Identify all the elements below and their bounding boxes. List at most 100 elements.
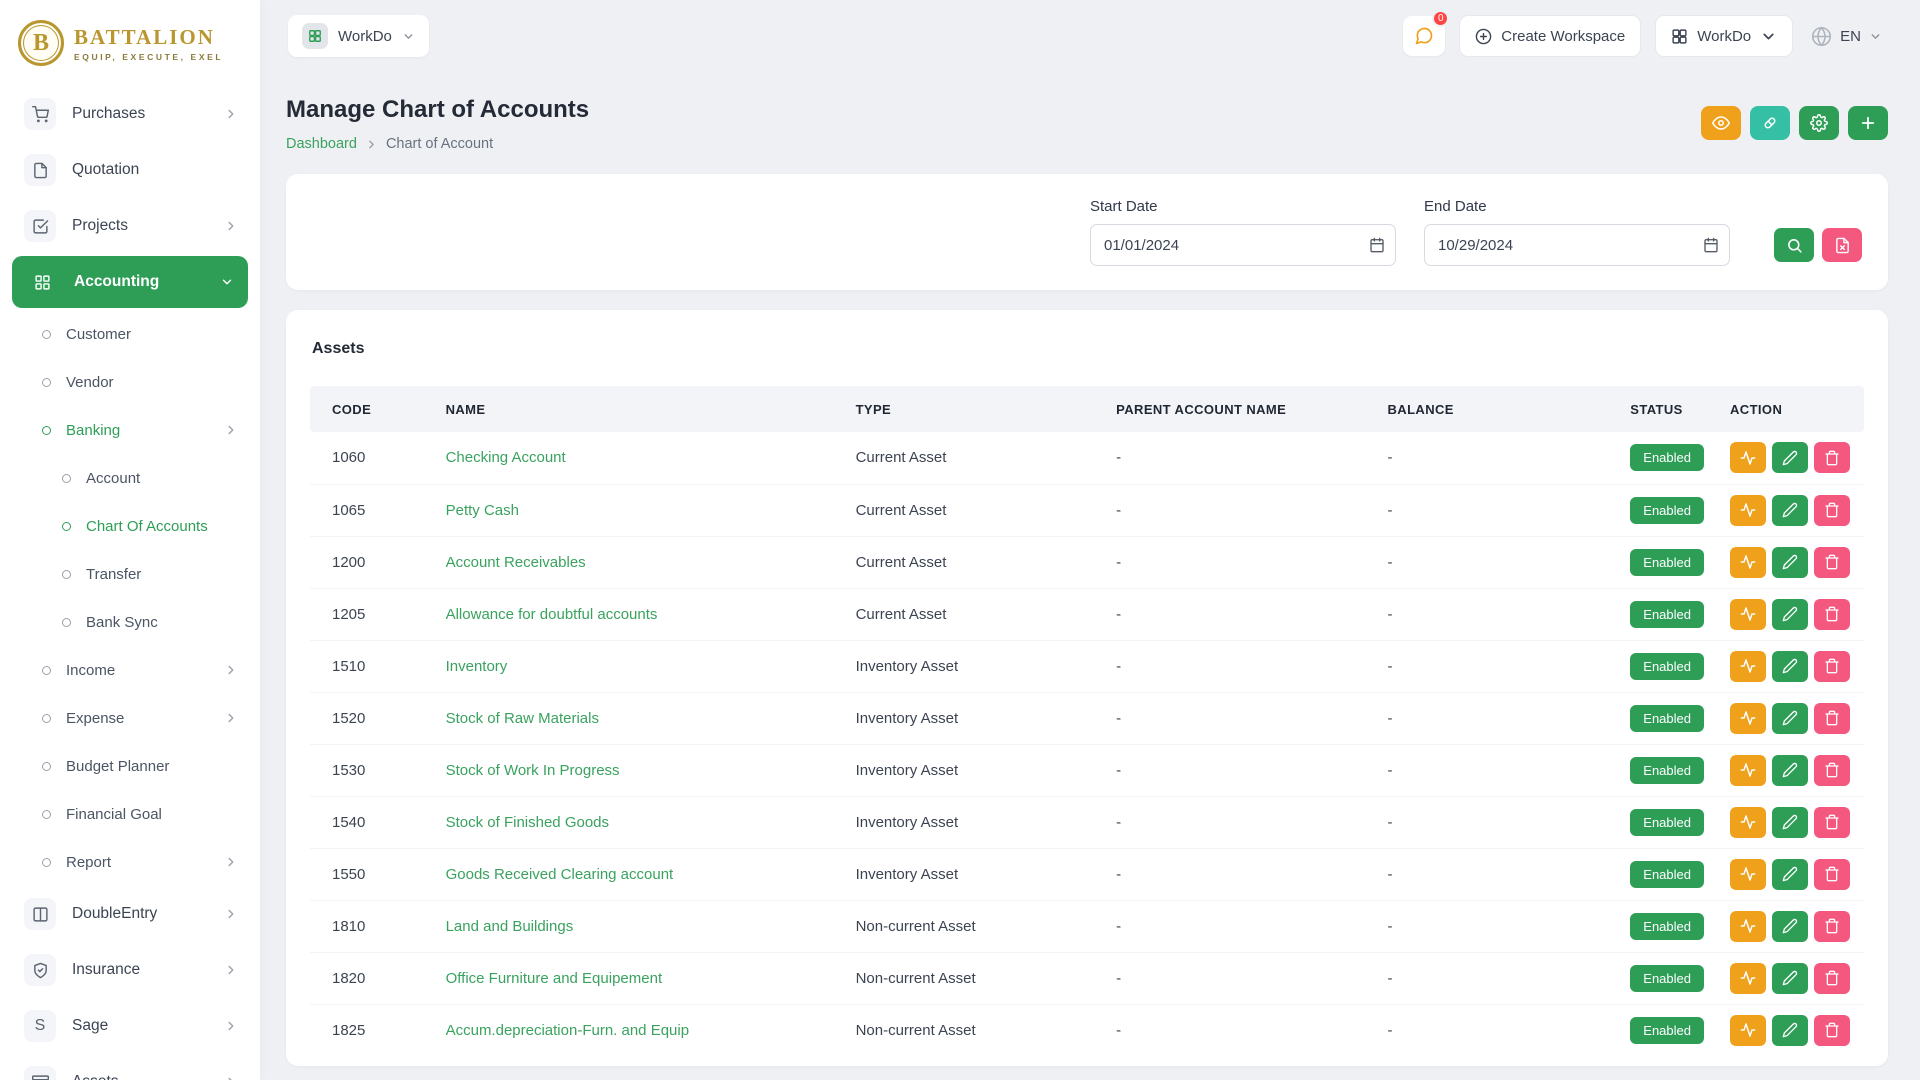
delete-button[interactable] [1814, 859, 1850, 890]
sidebar-item-expense[interactable]: Expense [0, 694, 260, 742]
sidebar-item-report[interactable]: Report [0, 838, 260, 886]
status-badge: Enabled [1630, 601, 1704, 628]
sidebar-item-customer[interactable]: Customer [0, 310, 260, 358]
sidebar-item-quotation[interactable]: Quotation [0, 142, 260, 198]
trash-icon [1824, 554, 1840, 570]
account-name-link[interactable]: Accum.depreciation-Furn. and Equip [446, 1022, 689, 1039]
sidebar-item-financial-goal[interactable]: Financial Goal [0, 790, 260, 838]
account-name-link[interactable]: Inventory [446, 658, 508, 675]
delete-button[interactable] [1814, 547, 1850, 578]
search-button[interactable] [1774, 228, 1814, 262]
journal-entry-button[interactable] [1730, 963, 1766, 994]
account-name-link[interactable]: Petty Cash [446, 502, 519, 519]
account-parent-name: - [1100, 432, 1371, 484]
breadcrumb-dashboard-link[interactable]: Dashboard [286, 136, 357, 152]
preview-button[interactable] [1701, 106, 1741, 140]
edit-button[interactable] [1772, 1015, 1808, 1046]
settings-button[interactable] [1799, 106, 1839, 140]
edit-button[interactable] [1772, 599, 1808, 630]
notification-badge: 0 [1432, 10, 1449, 27]
reset-filter-button[interactable] [1822, 228, 1862, 262]
account-name-link[interactable]: Stock of Work In Progress [446, 762, 620, 779]
activity-icon [1740, 658, 1756, 674]
column-header: ACTION [1714, 386, 1864, 432]
account-name-link[interactable]: Stock of Finished Goods [446, 814, 609, 831]
edit-button[interactable] [1772, 703, 1808, 734]
sidebar-item-account[interactable]: Account [0, 454, 260, 502]
edit-button[interactable] [1772, 442, 1808, 473]
journal-entry-button[interactable] [1730, 495, 1766, 526]
pencil-icon [1782, 606, 1798, 622]
edit-button[interactable] [1772, 495, 1808, 526]
journal-entry-button[interactable] [1730, 703, 1766, 734]
journal-entry-button[interactable] [1730, 755, 1766, 786]
chevron-right-icon [224, 423, 238, 437]
sidebar-item-vendor[interactable]: Vendor [0, 358, 260, 406]
edit-button[interactable] [1772, 807, 1808, 838]
delete-button[interactable] [1814, 495, 1850, 526]
sidebar-item-chart-of-accounts[interactable]: Chart Of Accounts [0, 502, 260, 550]
edit-button[interactable] [1772, 963, 1808, 994]
messages-button[interactable]: 0 [1403, 16, 1445, 56]
delete-button[interactable] [1814, 755, 1850, 786]
account-name-link[interactable]: Stock of Raw Materials [446, 710, 599, 727]
end-date-input[interactable] [1424, 224, 1730, 266]
user-workspace-menu[interactable]: WorkDo [1655, 15, 1793, 57]
sidebar-item-income[interactable]: Income [0, 646, 260, 694]
sidebar-item-transfer[interactable]: Transfer [0, 550, 260, 598]
workspace-select[interactable]: WorkDo [288, 15, 429, 57]
column-header: STATUS [1614, 386, 1714, 432]
journal-entry-button[interactable] [1730, 1015, 1766, 1046]
account-name-link[interactable]: Account Receivables [446, 554, 586, 571]
journal-entry-button[interactable] [1730, 442, 1766, 473]
edit-button[interactable] [1772, 651, 1808, 682]
delete-button[interactable] [1814, 651, 1850, 682]
edit-button[interactable] [1772, 755, 1808, 786]
account-type: Current Asset [840, 536, 1101, 588]
sidebar-item-doubleentry[interactable]: DoubleEntry [0, 886, 260, 942]
sidebar-item-label: Account [86, 470, 238, 487]
journal-entry-button[interactable] [1730, 547, 1766, 578]
import-button[interactable] [1750, 106, 1790, 140]
add-account-button[interactable] [1848, 106, 1888, 140]
sidebar-item-label: DoubleEntry [72, 905, 208, 923]
account-parent-name: - [1100, 536, 1371, 588]
edit-button[interactable] [1772, 547, 1808, 578]
delete-button[interactable] [1814, 911, 1850, 942]
journal-entry-button[interactable] [1730, 911, 1766, 942]
start-date-input[interactable] [1090, 224, 1396, 266]
pencil-icon [1782, 450, 1798, 466]
sidebar-item-label: Budget Planner [66, 758, 238, 775]
delete-button[interactable] [1814, 703, 1850, 734]
sidebar-item-insurance[interactable]: Insurance [0, 942, 260, 998]
column-header: CODE [310, 386, 430, 432]
sidebar-item-projects[interactable]: Projects [0, 198, 260, 254]
sidebar-item-assets[interactable]: Assets [0, 1054, 260, 1080]
delete-button[interactable] [1814, 599, 1850, 630]
file-x-icon [1834, 237, 1851, 254]
sidebar-item-banking[interactable]: Banking [0, 406, 260, 454]
sidebar-item-purchases[interactable]: Purchases [0, 86, 260, 142]
account-name-link[interactable]: Goods Received Clearing account [446, 866, 674, 883]
account-name-link[interactable]: Land and Buildings [446, 918, 574, 935]
journal-entry-button[interactable] [1730, 859, 1766, 890]
delete-button[interactable] [1814, 963, 1850, 994]
journal-entry-button[interactable] [1730, 651, 1766, 682]
language-select[interactable]: EN [1807, 15, 1886, 57]
account-name-link[interactable]: Office Furniture and Equipement [446, 970, 663, 987]
delete-button[interactable] [1814, 1015, 1850, 1046]
sidebar-item-budget-planner[interactable]: Budget Planner [0, 742, 260, 790]
account-name-link[interactable]: Allowance for doubtful accounts [446, 606, 658, 623]
delete-button[interactable] [1814, 442, 1850, 473]
create-workspace-button[interactable]: Create Workspace [1459, 15, 1641, 57]
sidebar-item-bank-sync[interactable]: Bank Sync [0, 598, 260, 646]
account-name-link[interactable]: Checking Account [446, 449, 566, 466]
journal-entry-button[interactable] [1730, 807, 1766, 838]
sidebar-item-accounting[interactable]: Accounting [12, 256, 248, 308]
journal-entry-button[interactable] [1730, 599, 1766, 630]
pencil-icon [1782, 970, 1798, 986]
edit-button[interactable] [1772, 911, 1808, 942]
edit-button[interactable] [1772, 859, 1808, 890]
sidebar-item-sage[interactable]: S Sage [0, 998, 260, 1054]
delete-button[interactable] [1814, 807, 1850, 838]
